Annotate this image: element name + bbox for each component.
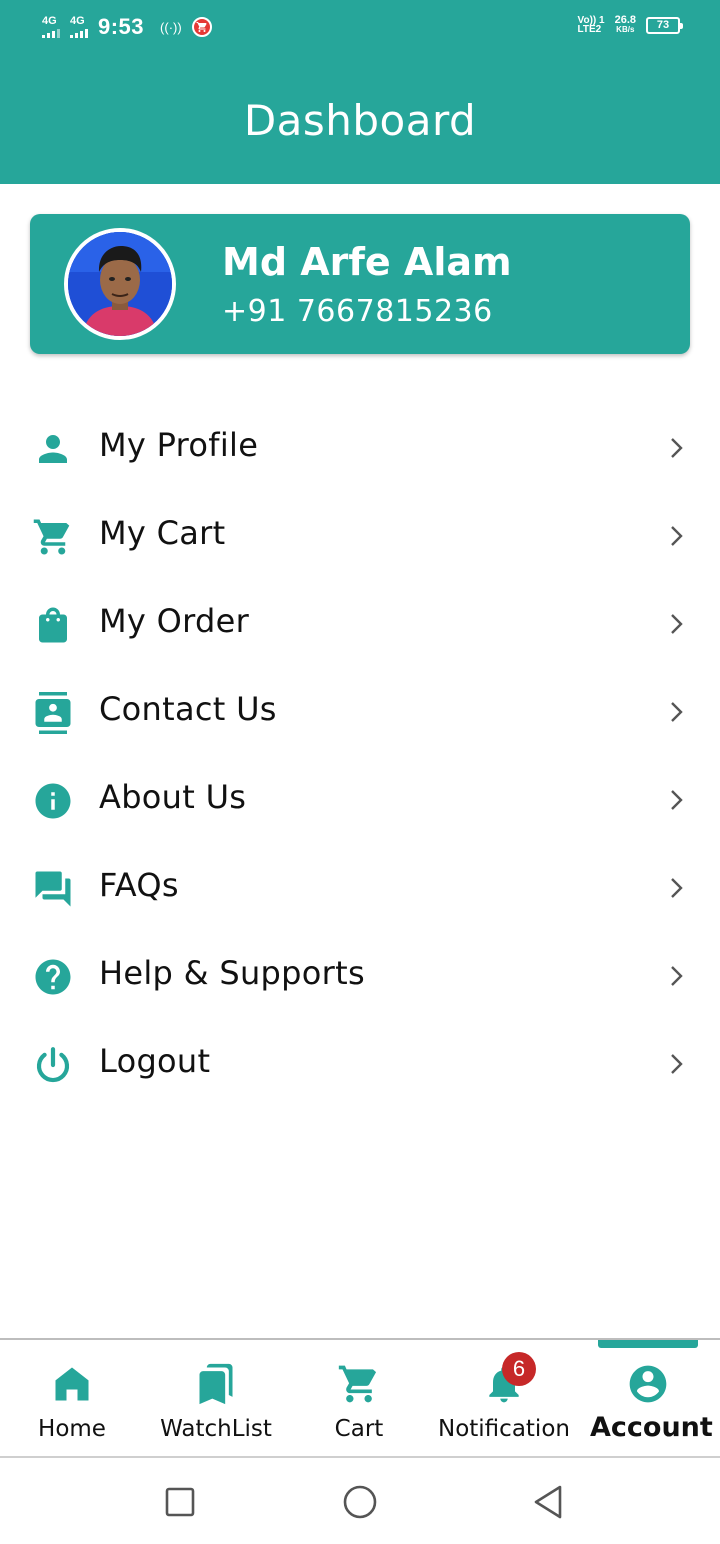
menu-item-help-supports[interactable]: Help & Supports [0, 932, 720, 1020]
status-right: Vo)) 1 LTE2 26.8 KB/s 73 [577, 14, 683, 35]
person-icon [32, 428, 74, 470]
account-menu: My Profile My Cart My Order Contact Us A… [0, 404, 720, 1108]
status-bar: 4G 4G 9:53 ((·)) Vo)) 1 LTE2 26.8 KB/s 7… [0, 0, 720, 56]
notification-badge: 6 [502, 1352, 536, 1386]
menu-item-logout[interactable]: Logout [0, 1020, 720, 1108]
hotspot-icon: ((·)) [160, 19, 182, 35]
menu-item-label: My Order [99, 602, 250, 640]
recents-icon[interactable] [160, 1482, 200, 1522]
nav-item-account[interactable]: Account [590, 1340, 713, 1458]
chevron-right-icon [664, 700, 688, 724]
menu-item-label: Contact Us [99, 690, 277, 728]
avatar[interactable] [64, 228, 176, 340]
menu-item-faqs[interactable]: FAQs [0, 844, 720, 932]
chevron-right-icon [664, 524, 688, 548]
nav-label: Home [38, 1416, 106, 1442]
menu-item-label: My Profile [99, 426, 259, 464]
volte-indicator: Vo)) 1 LTE2 [577, 16, 605, 35]
nav-item-watchlist[interactable]: WatchList [150, 1340, 282, 1458]
help-icon [32, 956, 74, 998]
bookmarks-icon [194, 1362, 238, 1406]
bottom-navigation: Home WatchList Cart 6 Notification Accou… [0, 1338, 720, 1458]
menu-item-label: Logout [99, 1042, 211, 1080]
volte-line-2: LTE2 [577, 24, 602, 35]
shopping-bag-icon [32, 604, 74, 646]
chevron-right-icon [664, 788, 688, 812]
signal-bars-icon [42, 28, 60, 38]
contact-card-icon [32, 692, 74, 734]
page-title: Dashboard [243, 96, 477, 145]
back-icon[interactable] [528, 1482, 568, 1522]
signal-1: 4G [42, 16, 60, 38]
menu-item-label: Help & Supports [99, 954, 365, 992]
forum-icon [32, 868, 74, 910]
cart-icon [337, 1362, 381, 1406]
nav-label: WatchList [160, 1416, 272, 1442]
app-header: 4G 4G 9:53 ((·)) Vo)) 1 LTE2 26.8 KB/s 7… [0, 0, 720, 184]
profile-card[interactable]: Md Arfe Alam +91 7667815236 [30, 214, 690, 354]
user-phone: +91 7667815236 [222, 294, 493, 329]
signal-2: 4G [70, 16, 88, 38]
speed-value: 26.8 [614, 14, 636, 26]
chevron-right-icon [664, 612, 688, 636]
nav-label: Cart [334, 1416, 384, 1442]
menu-item-about-us[interactable]: About Us [0, 756, 720, 844]
speed-unit: KB/s [616, 25, 635, 34]
network-type-1: 4G [42, 15, 57, 27]
menu-item-my-order[interactable]: My Order [0, 580, 720, 668]
chevron-right-icon [664, 436, 688, 460]
network-type-2: 4G [70, 15, 85, 27]
cart-icon [32, 516, 74, 558]
menu-item-label: FAQs [99, 866, 179, 904]
nav-item-notification[interactable]: 6 Notification [436, 1340, 572, 1458]
menu-item-label: About Us [99, 778, 247, 816]
home-circle-icon[interactable] [340, 1482, 380, 1522]
status-left: 4G 4G 9:53 ((·)) [42, 14, 212, 40]
nav-item-home[interactable]: Home [12, 1340, 132, 1458]
system-navigation-bar [0, 1460, 720, 1544]
battery-level: 73 [656, 19, 670, 31]
nav-label: Account [590, 1412, 713, 1443]
menu-item-label: My Cart [99, 514, 226, 552]
menu-item-my-cart[interactable]: My Cart [0, 492, 720, 580]
battery-icon: 73 [646, 16, 683, 34]
chevron-right-icon [664, 964, 688, 988]
account-circle-icon [626, 1362, 670, 1406]
status-time: 9:53 [98, 14, 145, 39]
power-icon [32, 1044, 74, 1086]
signal-bars-icon [70, 28, 88, 38]
shop-app-icon [191, 17, 212, 37]
nav-label: Notification [438, 1416, 570, 1442]
menu-item-contact-us[interactable]: Contact Us [0, 668, 720, 756]
user-name: Md Arfe Alam [222, 240, 512, 284]
home-icon [50, 1362, 94, 1406]
menu-item-my-profile[interactable]: My Profile [0, 404, 720, 492]
chevron-right-icon [664, 1052, 688, 1076]
nav-item-cart[interactable]: Cart [300, 1340, 418, 1458]
info-icon [32, 780, 74, 822]
network-speed: 26.8 KB/s [614, 14, 636, 35]
chevron-right-icon [664, 876, 688, 900]
